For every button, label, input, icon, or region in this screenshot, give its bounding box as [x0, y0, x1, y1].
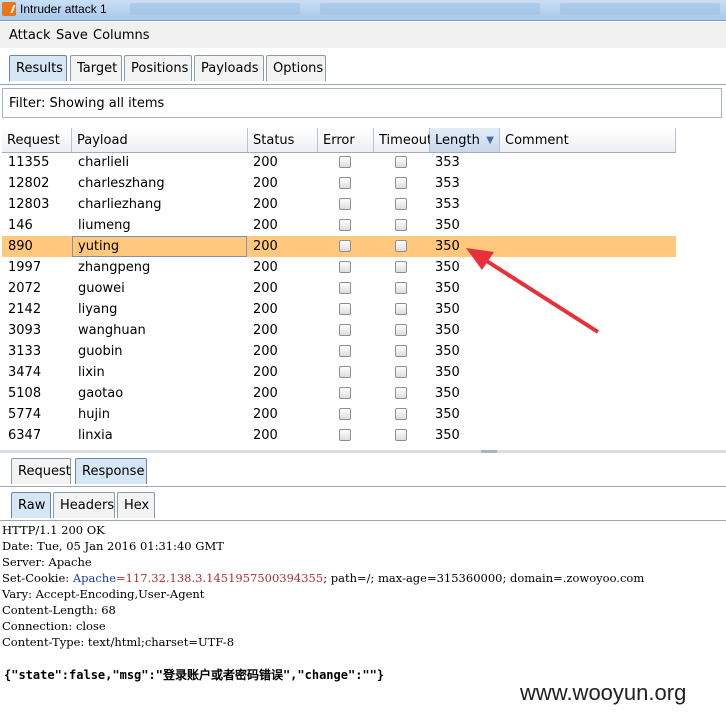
annotation-arrow-icon: [466, 248, 600, 334]
watermark: www.wooyun.org: [520, 680, 687, 705]
